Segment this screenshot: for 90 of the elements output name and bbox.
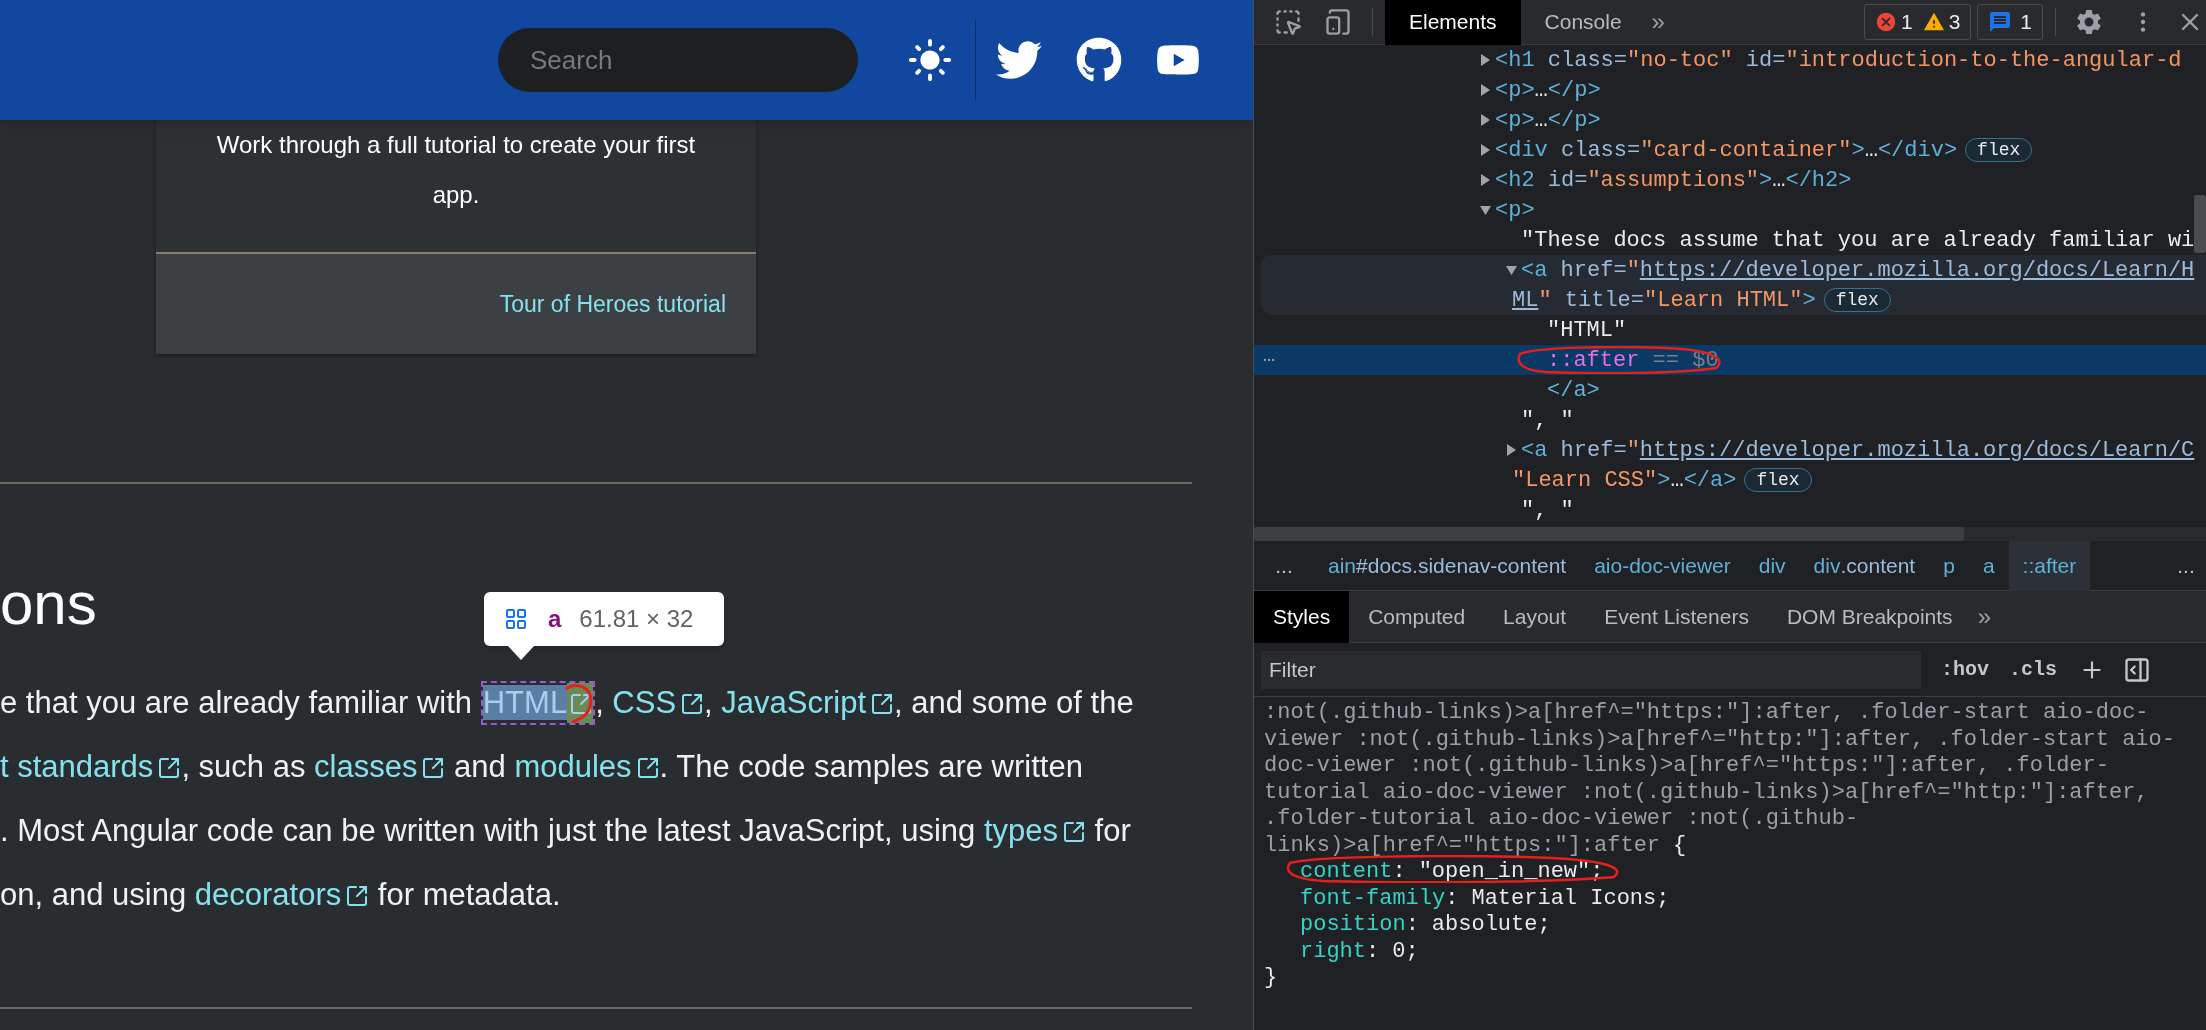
styles-pane-tab[interactable]: DOM Breakpoints	[1767, 590, 1972, 643]
expanded-triangle-icon[interactable]	[1480, 204, 1491, 216]
messages-counter[interactable]: 1	[1977, 4, 2043, 40]
css-selector-line: doc-viewer :not(.github-links)>a[href^="https:"]:after, .folder-	[1264, 753, 2109, 780]
css-selector-line: tutorial aio-doc-viewer :not(.github-links)>a[href^="http:"]:after,	[1264, 779, 2149, 806]
sun-icon[interactable]	[907, 37, 953, 83]
collapsed-triangle-icon[interactable]	[1480, 84, 1491, 96]
external-link-icon	[680, 692, 705, 716]
external-link[interactable]: types	[983, 811, 1086, 851]
warning-count: 3	[1948, 9, 1961, 36]
css-colon: :	[1392, 859, 1406, 886]
flex-badge[interactable]: flex	[1744, 468, 1812, 492]
external-link-icon	[421, 756, 446, 780]
devtools-tab[interactable]: Console	[1520, 0, 1646, 45]
sidebar-toggle-icon[interactable]	[2123, 655, 2152, 684]
styles-pane-tab[interactable]: Layout	[1484, 590, 1586, 643]
collapsed-triangle-icon[interactable]	[1480, 144, 1491, 156]
more-tabs-button[interactable]: »	[1645, 4, 1671, 40]
more-tabs-button[interactable]: »	[1971, 598, 1997, 635]
tooltip-size: 61.81 × 32	[579, 607, 694, 631]
inspect-element-icon[interactable]	[1274, 8, 1302, 36]
css-colon: :	[1445, 885, 1459, 912]
css-selector-line: :not(.github-links)>a[href^="https:"]:after, .folder-start aio-doc-	[1264, 700, 2149, 727]
expanded-triangle-icon[interactable]	[1506, 264, 1517, 276]
settings-icon[interactable]	[2074, 7, 2104, 37]
external-link[interactable]: modules	[514, 747, 660, 787]
css-value[interactable]: "open_in_new";	[1418, 859, 1604, 886]
css-selector-line: links)>a[href^="https:"]:after	[1264, 832, 1661, 859]
tooltip-tag: a	[548, 607, 562, 631]
styles-toggle-button[interactable]: .cls	[2009, 654, 2058, 685]
issues-counter[interactable]: 1 3	[1863, 4, 1972, 40]
css-value[interactable]: Material Icons;	[1471, 885, 1670, 912]
css-selector-line: .folder-tutorial aio-doc-viewer :not(.github-	[1264, 806, 1859, 833]
filter-field[interactable]: Filter	[1261, 650, 1921, 689]
styles-pane-tab[interactable]: Styles	[1254, 590, 1350, 643]
styles-pane-tab[interactable]: Event Listeners	[1585, 590, 1768, 643]
device-toolbar-icon[interactable]	[1324, 8, 1352, 36]
css-property[interactable]: content	[1300, 859, 1393, 886]
flex-badge[interactable]: flex	[1965, 138, 2033, 162]
styles-toggle-button[interactable]: :hov	[1941, 654, 1989, 685]
collapsed-triangle-icon[interactable]	[1480, 54, 1491, 66]
flex-badge[interactable]: flex	[1823, 288, 1891, 312]
external-link-icon	[1062, 820, 1086, 844]
breadcrumb-item[interactable]: div	[1744, 540, 1800, 591]
breadcrumb-overflow[interactable]: ...	[1254, 549, 1314, 582]
breadcrumb-item[interactable]: a	[1968, 540, 2009, 591]
breadcrumb-item[interactable]: ::after	[2008, 540, 2091, 591]
external-link-icon	[569, 692, 594, 716]
breadcrumb-item[interactable]: ain#docs.sidenav-content	[1314, 540, 1581, 591]
vertical-scrollbar[interactable]	[2194, 195, 2206, 253]
error-icon	[1874, 11, 1897, 33]
breadcrumb-item[interactable]: p	[1929, 540, 1969, 591]
collapsed-triangle-icon[interactable]	[1480, 174, 1491, 186]
css-brace: }	[1264, 965, 1278, 990]
breadcrumb-item[interactable]: div.content	[1799, 540, 1930, 591]
css-colon: :	[1366, 938, 1380, 965]
external-link[interactable]: decorators	[194, 875, 370, 915]
external-link-icon	[157, 756, 182, 780]
horizontal-scrollbar[interactable]	[1254, 527, 1964, 541]
github-icon[interactable]	[1076, 37, 1122, 83]
external-link-icon	[870, 692, 895, 716]
warning-icon	[1922, 11, 1945, 33]
external-link-icon	[635, 756, 660, 780]
external-link[interactable]: classes	[314, 747, 446, 787]
styles-pane-tab[interactable]: Computed	[1349, 590, 1485, 643]
error-count: 1	[1900, 9, 1913, 36]
breadcrumb-overflow[interactable]: ...	[2166, 549, 2206, 582]
breadcrumb-item[interactable]: aio-doc-viewer	[1580, 540, 1745, 591]
css-property[interactable]: right	[1300, 938, 1366, 965]
css-property[interactable]: font-family	[1300, 885, 1446, 912]
tutorial-link[interactable]: Tour of Heroes tutorial	[499, 286, 726, 322]
message-count: 1	[2020, 9, 2032, 36]
message-icon	[1988, 10, 2013, 34]
section-heading: ons	[0, 569, 97, 639]
css-brace: {	[1673, 832, 1687, 859]
devtools-tab[interactable]: Elements	[1385, 0, 1521, 45]
collapsed-triangle-icon[interactable]	[1506, 444, 1517, 456]
css-selector-line: viewer :not(.github-links)>a[href^="http:"]:after, .folder-start aio-	[1264, 726, 2175, 753]
css-property[interactable]: position	[1300, 912, 1406, 939]
body-paragraph: e that you are already familiar with HTML , CSS , JavaScript , and some of the t standards , such as classes and modules . The code samples are written . Most Angular code can be written with just the latest JavaScript, using types for on, and using decorators for metadata.	[0, 671, 1134, 927]
css-value[interactable]: absolute;	[1431, 912, 1551, 939]
search-field[interactable]: Search	[498, 28, 858, 92]
external-link[interactable]: CSS	[612, 683, 705, 723]
external-link[interactable]: JavaScript	[721, 683, 895, 723]
collapsed-triangle-icon[interactable]	[1480, 114, 1491, 126]
card-description: Work through a full tutorial to create your first app.	[215, 130, 697, 210]
external-link-icon	[345, 884, 370, 908]
css-value[interactable]: 0;	[1392, 938, 1419, 965]
external-link[interactable]: t standards	[0, 747, 182, 787]
css-colon: :	[1405, 912, 1419, 939]
